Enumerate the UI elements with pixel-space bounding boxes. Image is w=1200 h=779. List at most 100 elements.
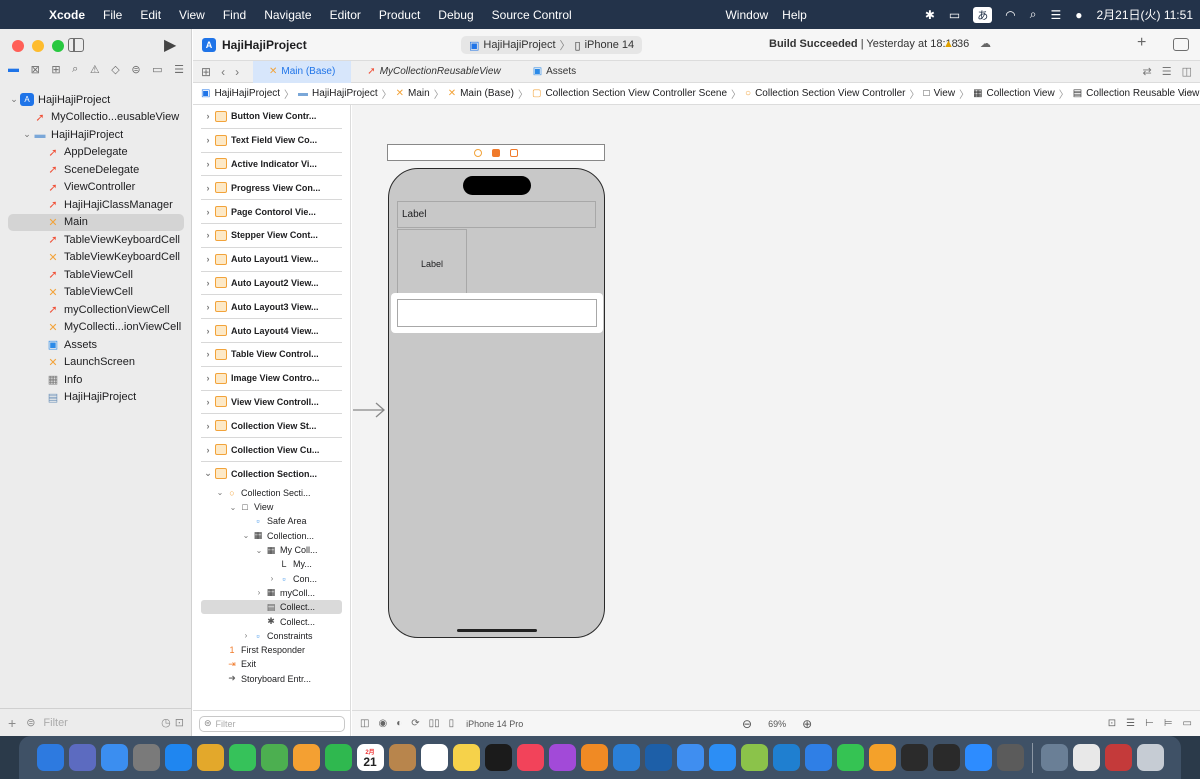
menu-view[interactable]: View xyxy=(170,8,214,22)
related-items-icon[interactable]: ⊞ xyxy=(201,65,211,79)
outline-node[interactable]: › ▫ Constraints xyxy=(193,629,350,643)
iphone-frame[interactable]: Label Label xyxy=(388,168,605,638)
zoom-out-icon[interactable]: ⊖ xyxy=(742,717,752,731)
menu-app-name[interactable]: Xcode xyxy=(40,8,94,22)
navigator-item[interactable]: ▦ Info xyxy=(0,371,192,389)
outline-scene[interactable]: › Image View Contro... xyxy=(201,367,342,391)
recent-files-icon[interactable]: ◷ xyxy=(161,716,171,729)
control-center-icon[interactable]: ☰ xyxy=(1043,8,1068,22)
jump-bar-item[interactable]: ▦ Collection View 〉 xyxy=(973,86,1073,101)
appearance-icon[interactable]: ◐ xyxy=(396,718,402,729)
chevron-right-icon[interactable]: › xyxy=(201,349,215,359)
calculator-icon[interactable] xyxy=(996,744,1024,771)
navigator-item[interactable]: ▤ HajiHajiProject xyxy=(0,389,192,407)
align-icon[interactable]: ☰ xyxy=(1126,718,1135,729)
menu-window[interactable]: Window xyxy=(718,8,775,22)
device-icon[interactable]: ▯ xyxy=(449,718,455,729)
spotlight-search-icon[interactable]: ⌕ xyxy=(1023,7,1044,22)
chevron-right-icon[interactable]: › xyxy=(201,254,215,264)
disclosure-icon[interactable]: ⌄ xyxy=(253,546,265,555)
layout-icon[interactable]: ▯▯ xyxy=(429,718,440,729)
chevron-right-icon[interactable]: › xyxy=(201,373,215,383)
chevron-right-icon[interactable]: › xyxy=(201,183,215,193)
collection-cell[interactable]: Label xyxy=(397,229,467,299)
safari-icon[interactable] xyxy=(164,744,192,771)
outline-node[interactable]: 1 First Responder xyxy=(193,643,350,657)
outline-scene[interactable]: › Auto Layout3 View... xyxy=(201,295,342,320)
outline-scene[interactable]: › Collection View Cu... xyxy=(201,438,342,462)
navigator-item[interactable]: ➚ myCollectionViewCell xyxy=(0,301,192,319)
outline-scene[interactable]: › Auto Layout1 View... xyxy=(201,248,342,272)
find-navigator-icon[interactable]: ⌕ xyxy=(72,63,78,76)
resolve-issues-icon[interactable]: ⊨ xyxy=(1164,718,1173,729)
outline-node[interactable]: ▤ Collect... xyxy=(201,600,342,615)
menu-help[interactable]: Help xyxy=(775,8,814,22)
outline-node[interactable]: ⌄ □ View xyxy=(193,500,350,514)
appstore-icon[interactable] xyxy=(708,744,736,771)
outline-scene[interactable]: › Button View Contr... xyxy=(201,105,342,129)
jump-bar-item[interactable]: ▢ Collection Section View Controller Scen… xyxy=(532,86,745,101)
messages-icon[interactable] xyxy=(228,744,256,771)
filter-options-icon[interactable]: ⊜ xyxy=(26,716,35,729)
outline-scene[interactable]: › Active Indicator Vi... xyxy=(201,153,342,177)
menu-editor[interactable]: Editor xyxy=(321,8,370,22)
outline-node[interactable]: ⇥ Exit xyxy=(193,657,350,671)
debug-navigator-icon[interactable]: ⊜ xyxy=(131,63,140,76)
facetime-icon[interactable] xyxy=(324,744,352,771)
outline-filter-input[interactable]: ⊜ Filter xyxy=(199,715,345,732)
jump-bar-item[interactable]: ▣ HajiHajiProject 〉 xyxy=(201,86,298,101)
issue-nav-arrows-icon[interactable]: ‹ › xyxy=(1182,88,1192,100)
disclosure-icon[interactable]: ⌄ xyxy=(214,488,226,497)
project-navigator-icon[interactable]: ▬ xyxy=(8,63,19,76)
navigator-item[interactable]: ➚ AppDelegate xyxy=(0,144,192,162)
outline-node[interactable]: ✱ Collect... xyxy=(193,614,350,628)
outline-node[interactable]: ⌄ ▦ My Coll... xyxy=(193,543,350,557)
finder-icon[interactable] xyxy=(36,744,64,771)
chevron-right-icon[interactable]: › xyxy=(201,135,215,145)
jump-bar-item[interactable]: ✕ Main (Base) 〉 xyxy=(448,86,532,101)
add-constraints-icon[interactable]: ⊢ xyxy=(1145,718,1154,729)
chevron-right-icon[interactable]: › xyxy=(201,207,215,217)
chevron-right-icon[interactable]: › xyxy=(201,445,215,455)
disclosure-icon[interactable]: ⌄ xyxy=(240,531,252,540)
zoom-icon[interactable] xyxy=(964,744,992,771)
menu-file[interactable]: File xyxy=(94,8,131,22)
update-frames-icon[interactable]: ⊡ xyxy=(1108,718,1116,729)
navigator-item[interactable]: ➚ HajiHajiClassManager xyxy=(0,196,192,214)
xcode-icon[interactable] xyxy=(612,744,640,771)
outline-scene[interactable]: › Text Field View Co... xyxy=(201,129,342,153)
label-top[interactable]: Label xyxy=(397,201,596,228)
hide-navigator-icon[interactable] xyxy=(68,38,84,52)
wifi-icon[interactable]: ◠ xyxy=(998,8,1022,22)
tab-assets[interactable]: ▣ Assets xyxy=(517,61,592,83)
mail-icon[interactable] xyxy=(100,744,128,771)
collection-reusable-view[interactable] xyxy=(391,293,603,333)
outline-node[interactable]: L My... xyxy=(193,557,350,571)
pages-icon[interactable] xyxy=(868,744,896,771)
editor-options-icon[interactable]: ☰ xyxy=(1162,65,1172,78)
photos-icon[interactable] xyxy=(292,744,320,771)
menu-clock[interactable]: 2月21日(火) 11:51 xyxy=(1090,6,1200,23)
outline-scene[interactable]: › Auto Layout4 View... xyxy=(201,319,342,343)
run-icon[interactable]: ▶ xyxy=(164,35,176,55)
outline-scene[interactable]: › Table View Control... xyxy=(201,343,342,367)
zoom-in-icon[interactable]: ⊕ xyxy=(802,717,812,731)
chevron-right-icon[interactable]: › xyxy=(201,421,215,431)
filter-scm-icon[interactable]: ⊡ xyxy=(175,716,184,729)
exit-icon[interactable] xyxy=(510,148,518,157)
outline-node[interactable]: ▫ Safe Area xyxy=(193,514,350,528)
zoom-window-button[interactable] xyxy=(52,40,64,52)
outline-scene[interactable]: › Stepper View Cont... xyxy=(201,224,342,248)
menu-debug[interactable]: Debug xyxy=(429,8,482,22)
preview-icon[interactable] xyxy=(1040,744,1068,771)
tv-icon[interactable] xyxy=(484,744,512,771)
chevron-right-icon[interactable]: › xyxy=(201,397,215,407)
outline-scene[interactable]: › Collection View St... xyxy=(201,414,342,439)
navigator-item[interactable]: ➚ MyCollectio...eusableView xyxy=(0,109,192,127)
menu-source-control[interactable]: Source Control xyxy=(483,8,581,22)
disclosure-icon[interactable]: ⌄ xyxy=(227,503,239,512)
library-plus-icon[interactable]: + xyxy=(1137,34,1146,52)
textedit-icon[interactable] xyxy=(1072,744,1100,771)
close-window-button[interactable] xyxy=(12,40,24,52)
navigator-item[interactable]: ➚ SceneDelegate xyxy=(0,161,192,179)
